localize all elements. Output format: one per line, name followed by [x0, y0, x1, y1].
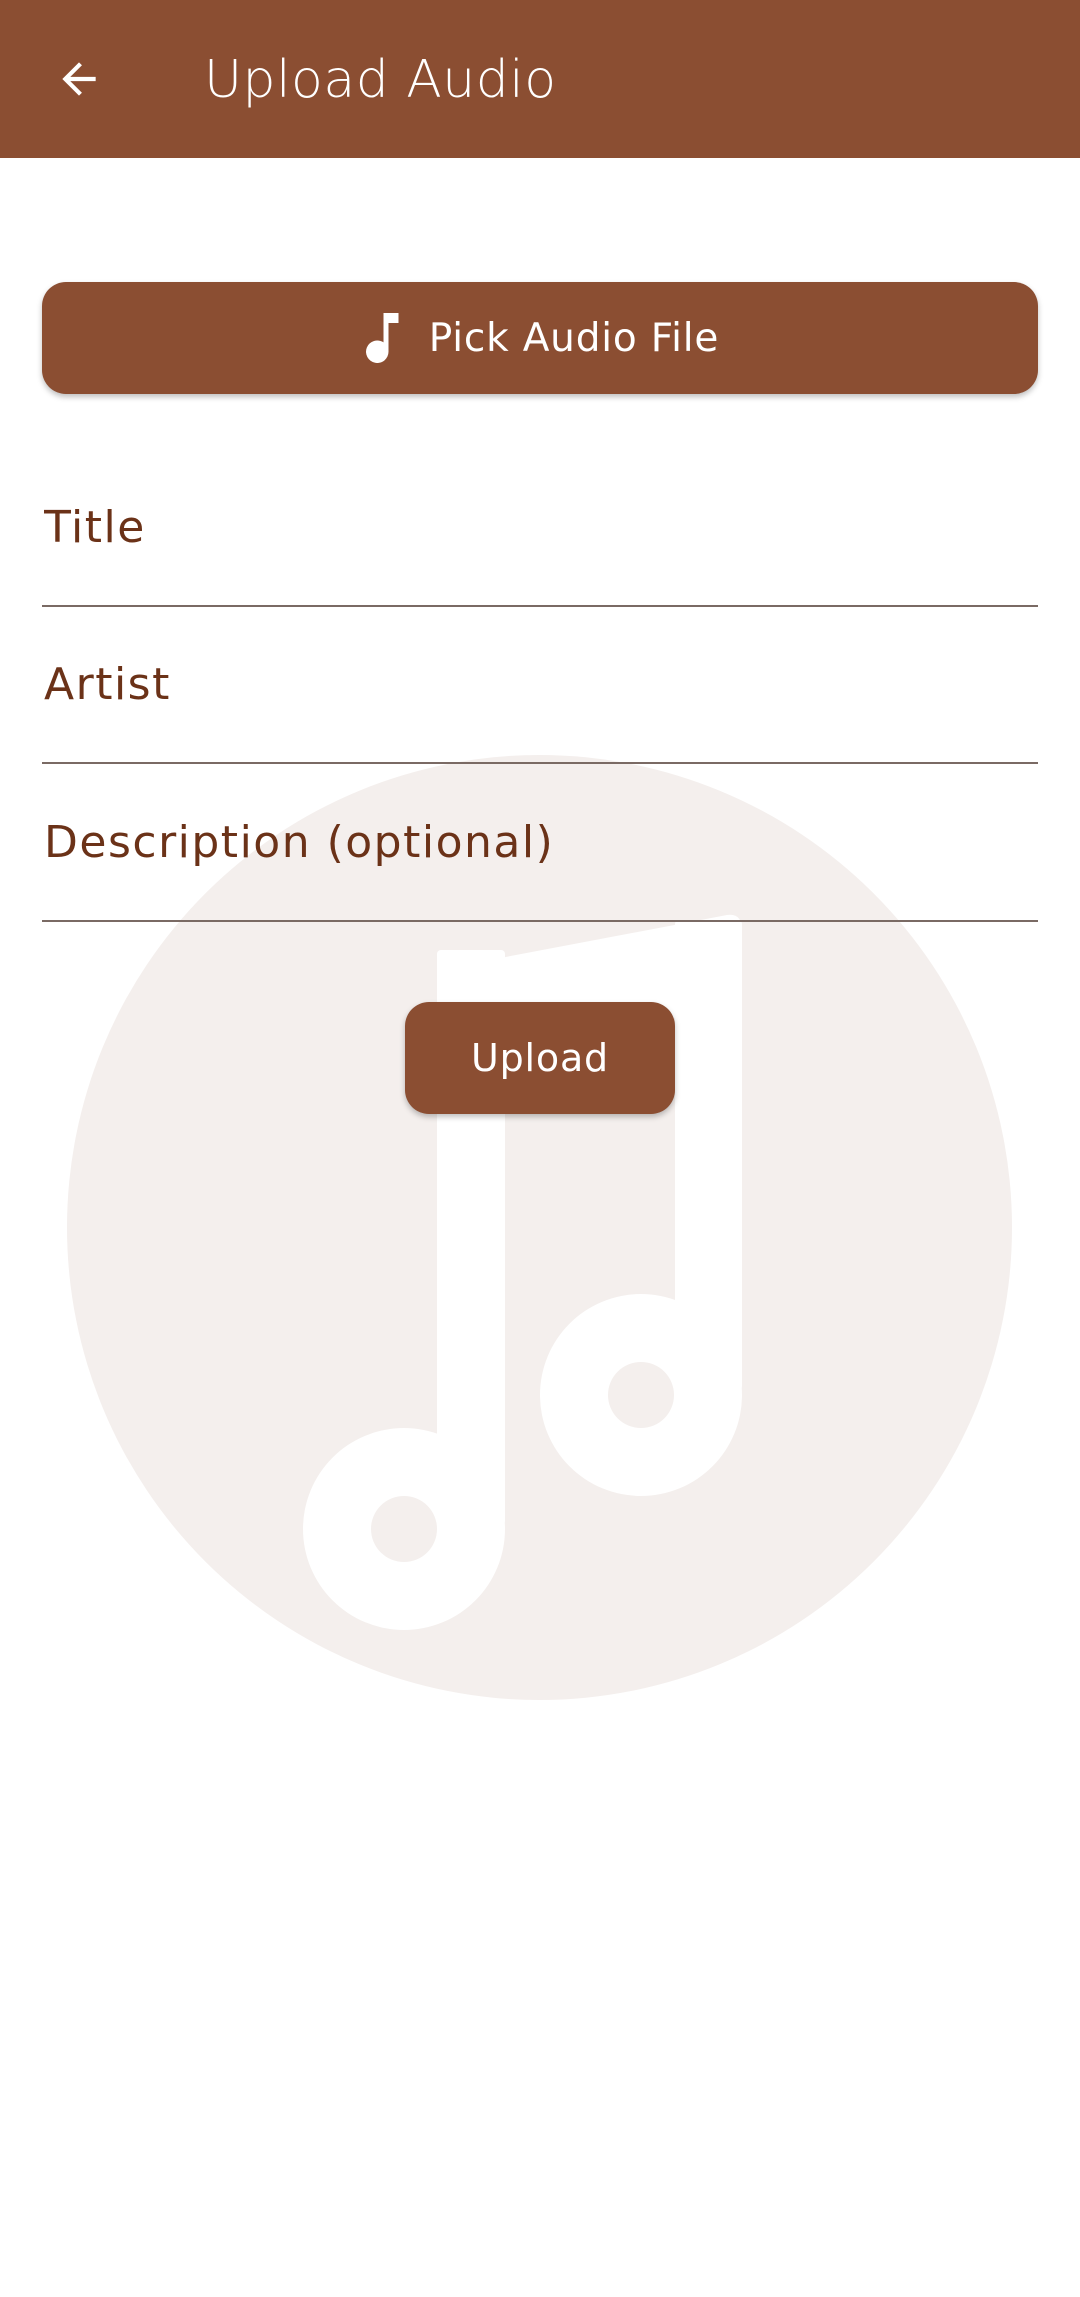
upload-audio-screen: Upload Audio Pick Audio File Title Artis… — [0, 0, 1080, 2297]
pick-audio-file-label: Pick Audio File — [428, 315, 720, 361]
music-note-icon — [361, 313, 401, 363]
description-input[interactable] — [42, 765, 1038, 920]
app-bar: Upload Audio — [0, 0, 1080, 158]
upload-button[interactable]: Upload — [405, 1002, 675, 1114]
upload-button-label: Upload — [471, 1036, 609, 1080]
title-input[interactable] — [42, 450, 1038, 605]
arrow-back-icon — [62, 62, 96, 96]
description-field[interactable] — [42, 765, 1038, 922]
back-button[interactable] — [38, 38, 120, 120]
page-title: Upload Audio — [204, 50, 557, 110]
title-field[interactable] — [42, 450, 1038, 607]
artist-field[interactable] — [42, 607, 1038, 764]
pick-audio-file-button[interactable]: Pick Audio File — [42, 282, 1038, 394]
artist-input[interactable] — [42, 607, 1038, 762]
